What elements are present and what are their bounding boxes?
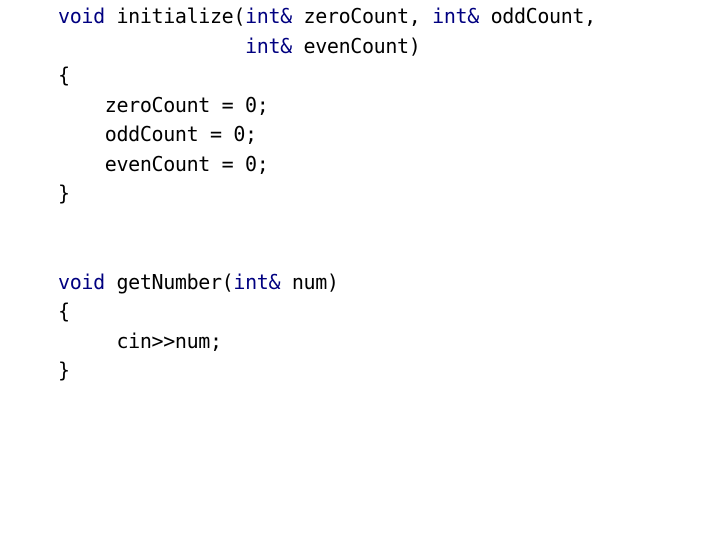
code-token: getNumber( [104, 269, 234, 294]
code-token: initialize( [104, 4, 246, 28]
code-token: evenCount = 0; [58, 151, 269, 176]
code-line: { [58, 297, 718, 327]
code-line: void initialize(int& zeroCount, int& odd… [58, 2, 718, 32]
code-token: oddCount = 0; [58, 122, 257, 146]
code-line: zeroCount = 0; [58, 91, 718, 121]
code-token: } [58, 181, 70, 205]
code-keyword: int& [233, 269, 281, 294]
code-line: } [58, 179, 718, 209]
code-token: zeroCount = 0; [58, 92, 269, 117]
code-token: zeroCount, [291, 4, 433, 28]
code-line [58, 209, 718, 239]
code-token: cin>>num; [58, 328, 222, 353]
code-line: } [58, 356, 718, 386]
code-token: } [58, 358, 70, 382]
code-listing: void initialize(int& zeroCount, int& odd… [58, 2, 718, 386]
slide-canvas: void initialize(int& zeroCount, int& odd… [0, 0, 720, 540]
code-line: evenCount = 0; [58, 150, 718, 180]
code-keyword: void [58, 4, 105, 28]
code-line: { [58, 61, 718, 91]
code-token: oddCount, [478, 4, 597, 28]
code-keyword: void [58, 269, 105, 294]
code-token: num) [280, 269, 339, 294]
code-keyword: int& [245, 4, 292, 28]
code-keyword: int& [432, 4, 479, 28]
code-line: cin>>num; [58, 327, 718, 357]
code-line: oddCount = 0; [58, 120, 718, 150]
code-token: { [58, 299, 70, 323]
code-keyword: int& [245, 33, 292, 58]
code-token: { [58, 63, 70, 87]
code-line: void getNumber(int& num) [58, 268, 718, 298]
code-line [58, 238, 718, 268]
code-line: int& evenCount) [58, 32, 718, 62]
code-token: evenCount) [291, 33, 421, 58]
